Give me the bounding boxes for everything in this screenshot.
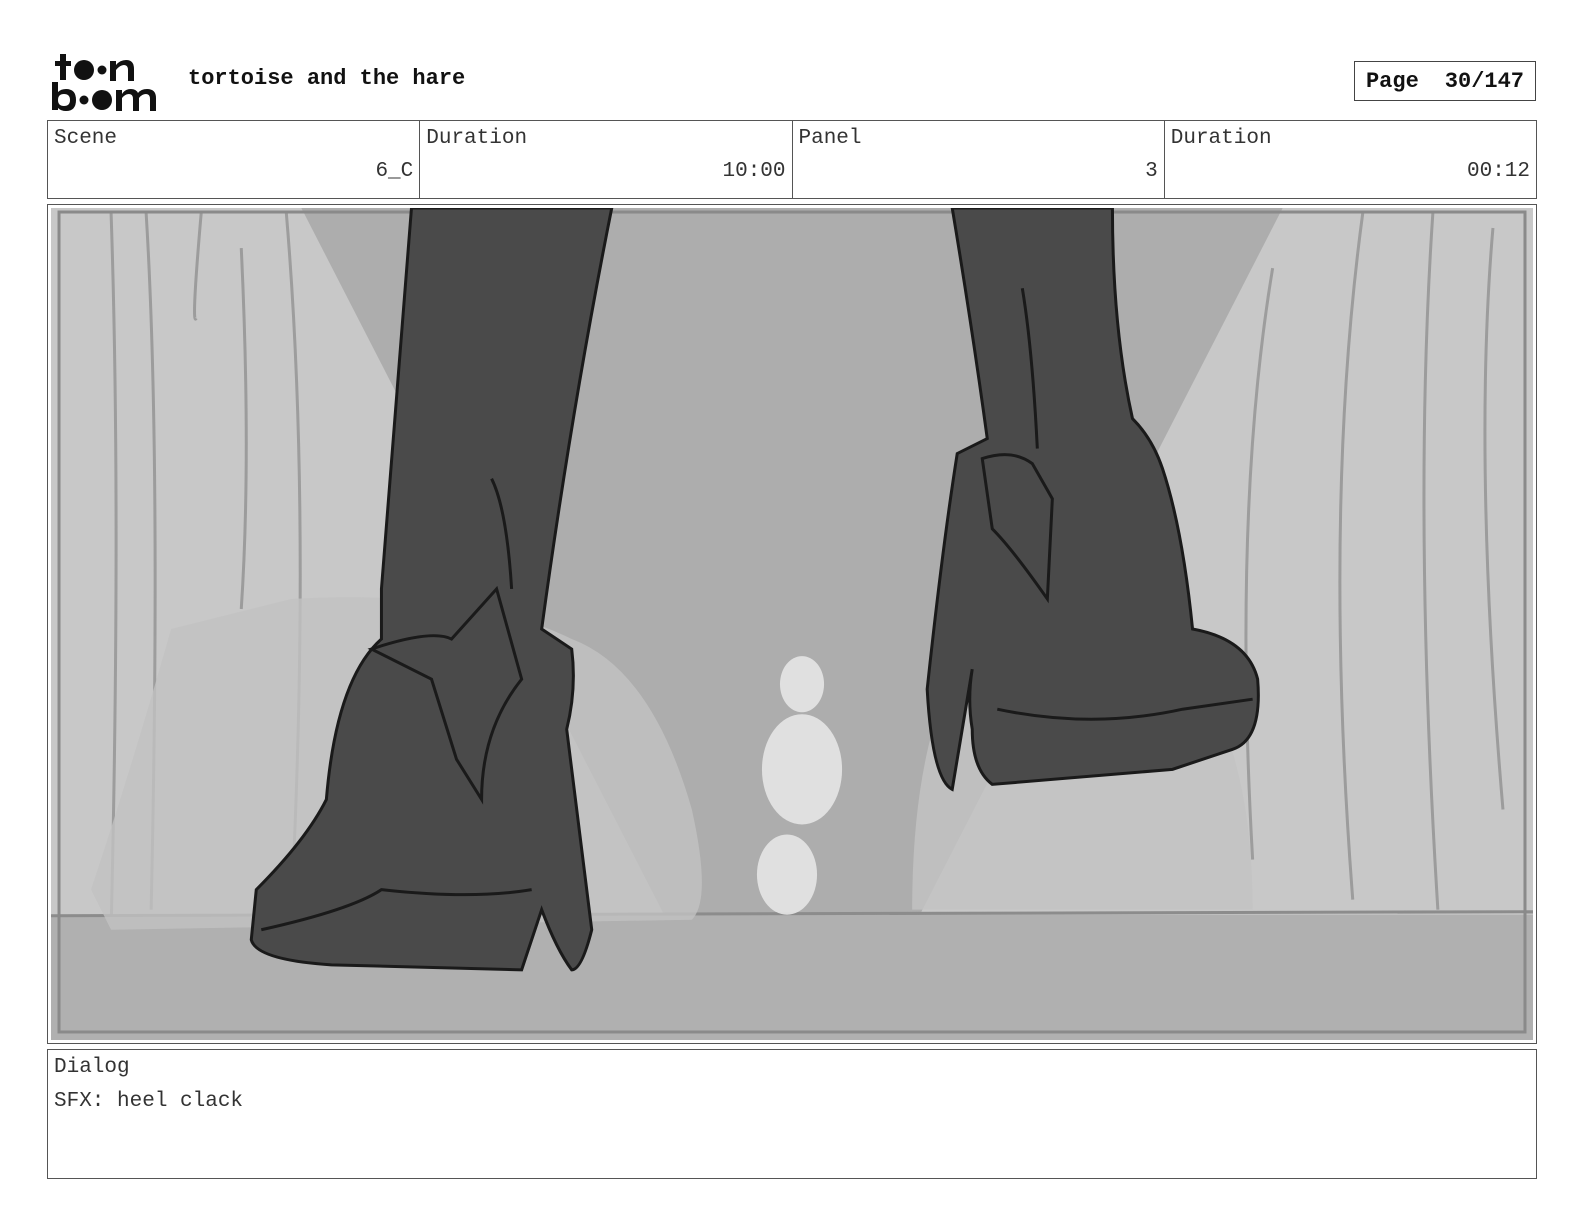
scene-value: 6_C bbox=[375, 160, 414, 183]
dialog-label: Dialog bbox=[54, 1056, 130, 1079]
panel-value: 3 bbox=[1145, 160, 1158, 183]
toonboom-logo bbox=[52, 54, 156, 111]
panel-info-row: Scene 6_C Duration 10:00 Panel 3 Duratio… bbox=[47, 120, 1537, 199]
dialog-text: SFX: heel clack bbox=[54, 1090, 244, 1113]
scene-duration-value: 10:00 bbox=[722, 160, 786, 183]
dialog-box: Dialog SFX: heel clack bbox=[47, 1049, 1537, 1179]
page-number: 30/147 bbox=[1444, 68, 1525, 94]
project-title: tortoise and the hare bbox=[188, 66, 466, 91]
scene-duration-label: Duration bbox=[426, 127, 528, 150]
panel-duration-label: Duration bbox=[1170, 127, 1272, 150]
scene-label: Scene bbox=[54, 127, 118, 150]
storyboard-sketch-image bbox=[51, 208, 1533, 1040]
page-indicator: Page 30/147 bbox=[1354, 61, 1536, 101]
scene-duration-cell: Duration 10:00 bbox=[420, 121, 793, 198]
panel-duration-cell: Duration 00:12 bbox=[1165, 121, 1536, 198]
panel-cell: Panel 3 bbox=[793, 121, 1165, 198]
panel-image-frame bbox=[47, 204, 1537, 1044]
panel-label: Panel bbox=[798, 127, 862, 150]
scene-cell: Scene 6_C bbox=[48, 121, 421, 198]
page-label: Page bbox=[1365, 68, 1419, 94]
panel-duration-value: 00:12 bbox=[1466, 160, 1530, 183]
